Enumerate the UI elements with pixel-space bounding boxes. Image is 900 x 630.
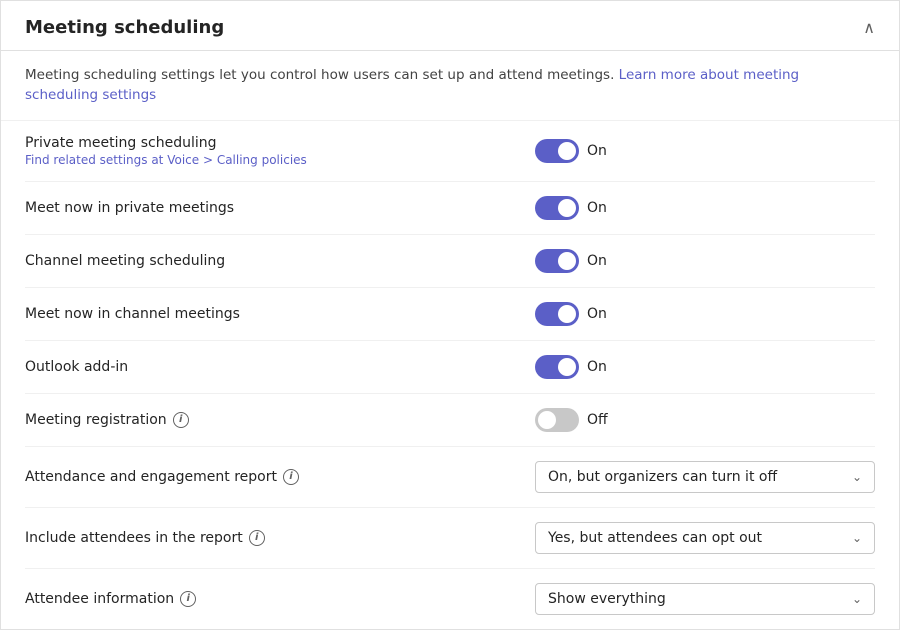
panel-header: Meeting scheduling ∧ bbox=[1, 1, 899, 51]
toggle-label-channel-meeting-scheduling: On bbox=[587, 253, 607, 269]
toggle-label-private-meeting-scheduling: On bbox=[587, 143, 607, 159]
setting-row-include-attendees-report: Include attendees in the report i Yes, but… bbox=[25, 508, 875, 569]
label-col-meet-now-private: Meet now in private meetings bbox=[25, 200, 523, 216]
toggle-channel-meeting-scheduling[interactable] bbox=[535, 249, 579, 273]
info-icon-attendee-information[interactable]: i bbox=[180, 591, 196, 607]
label-col-meet-now-channel: Meet now in channel meetings bbox=[25, 306, 523, 322]
chevron-down-icon-include-attendees-report: ⌄ bbox=[852, 531, 862, 545]
setting-row-meeting-registration: Meeting registration i Off bbox=[25, 394, 875, 447]
toggle-meet-now-private[interactable] bbox=[535, 196, 579, 220]
label-text-meet-now-private: Meet now in private meetings bbox=[25, 200, 234, 216]
dropdown-value-include-attendees-report: Yes, but attendees can opt out bbox=[548, 530, 762, 546]
info-icon-meeting-registration[interactable]: i bbox=[173, 412, 189, 428]
toggle-label-meet-now-channel: On bbox=[587, 306, 607, 322]
toggle-label-meeting-registration: Off bbox=[587, 412, 608, 428]
label-col-attendance-engagement-report: Attendance and engagement report i bbox=[25, 469, 523, 485]
label-text-attendance-engagement-report: Attendance and engagement report bbox=[25, 469, 277, 485]
setting-row-meet-now-private: Meet now in private meetings On bbox=[25, 182, 875, 235]
description-bar: Meeting scheduling settings let you cont… bbox=[1, 51, 899, 121]
setting-row-private-meeting-scheduling: Private meeting scheduling Find related s… bbox=[25, 121, 875, 182]
label-text-meet-now-channel: Meet now in channel meetings bbox=[25, 306, 240, 322]
control-col-meet-now-channel: On bbox=[535, 302, 875, 326]
control-col-outlook-addin: On bbox=[535, 355, 875, 379]
control-col-private-meeting-scheduling: On bbox=[535, 139, 875, 163]
control-col-channel-meeting-scheduling: On bbox=[535, 249, 875, 273]
toggle-thumb bbox=[558, 358, 576, 376]
dropdown-include-attendees-report[interactable]: Yes, but attendees can opt out ⌄ bbox=[535, 522, 875, 554]
toggle-meet-now-channel[interactable] bbox=[535, 302, 579, 326]
collapse-icon[interactable]: ∧ bbox=[863, 18, 875, 37]
info-icon-include-attendees-report[interactable]: i bbox=[249, 530, 265, 546]
toggle-thumb bbox=[558, 199, 576, 217]
setting-row-attendee-information: Attendee information i Show everything ⌄ bbox=[25, 569, 875, 629]
toggle-meeting-registration[interactable] bbox=[535, 408, 579, 432]
label-text-attendee-information: Attendee information bbox=[25, 591, 174, 607]
label-col-meeting-registration: Meeting registration i bbox=[25, 412, 523, 428]
control-col-meet-now-private: On bbox=[535, 196, 875, 220]
label-col-outlook-addin: Outlook add-in bbox=[25, 359, 523, 375]
toggle-thumb bbox=[558, 252, 576, 270]
label-col-attendee-information: Attendee information i bbox=[25, 591, 523, 607]
label-col-include-attendees-report: Include attendees in the report i bbox=[25, 530, 523, 546]
label-text-meeting-registration: Meeting registration bbox=[25, 412, 167, 428]
label-text-private-meeting-scheduling: Private meeting scheduling bbox=[25, 135, 217, 151]
label-text-channel-meeting-scheduling: Channel meeting scheduling bbox=[25, 253, 225, 269]
chevron-down-icon-attendance-engagement-report: ⌄ bbox=[852, 470, 862, 484]
toggle-thumb bbox=[538, 411, 556, 429]
info-icon-attendance-engagement-report[interactable]: i bbox=[283, 469, 299, 485]
meeting-scheduling-panel: Meeting scheduling ∧ Meeting scheduling … bbox=[0, 0, 900, 630]
dropdown-value-attendee-information: Show everything bbox=[548, 591, 666, 607]
control-col-meeting-registration: Off bbox=[535, 408, 875, 432]
dropdown-attendee-information[interactable]: Show everything ⌄ bbox=[535, 583, 875, 615]
toggle-outlook-addin[interactable] bbox=[535, 355, 579, 379]
control-col-attendee-information: Show everything ⌄ bbox=[535, 583, 875, 615]
setting-row-attendance-engagement-report: Attendance and engagement report i On, but… bbox=[25, 447, 875, 508]
sub-label-private-meeting-scheduling: Find related settings at Voice > Calling… bbox=[25, 153, 523, 167]
control-col-include-attendees-report: Yes, but attendees can opt out ⌄ bbox=[535, 522, 875, 554]
control-col-attendance-engagement-report: On, but organizers can turn it off ⌄ bbox=[535, 461, 875, 493]
setting-row-meet-now-channel: Meet now in channel meetings On bbox=[25, 288, 875, 341]
label-col-channel-meeting-scheduling: Channel meeting scheduling bbox=[25, 253, 523, 269]
toggle-private-meeting-scheduling[interactable] bbox=[535, 139, 579, 163]
toggle-thumb bbox=[558, 305, 576, 323]
label-text-outlook-addin: Outlook add-in bbox=[25, 359, 128, 375]
setting-row-outlook-addin: Outlook add-in On bbox=[25, 341, 875, 394]
dropdown-value-attendance-engagement-report: On, but organizers can turn it off bbox=[548, 469, 777, 485]
label-text-include-attendees-report: Include attendees in the report bbox=[25, 530, 243, 546]
panel-title: Meeting scheduling bbox=[25, 17, 224, 38]
toggle-label-outlook-addin: On bbox=[587, 359, 607, 375]
voice-calling-link[interactable]: Voice > Calling policies bbox=[167, 153, 307, 167]
label-col-private-meeting-scheduling: Private meeting scheduling Find related s… bbox=[25, 135, 523, 167]
chevron-down-icon-attendee-information: ⌄ bbox=[852, 592, 862, 606]
toggle-thumb bbox=[558, 142, 576, 160]
dropdown-attendance-engagement-report[interactable]: On, but organizers can turn it off ⌄ bbox=[535, 461, 875, 493]
description-text: Meeting scheduling settings let you cont… bbox=[25, 67, 619, 83]
setting-row-channel-meeting-scheduling: Channel meeting scheduling On bbox=[25, 235, 875, 288]
settings-list: Private meeting scheduling Find related s… bbox=[1, 121, 899, 629]
toggle-label-meet-now-private: On bbox=[587, 200, 607, 216]
